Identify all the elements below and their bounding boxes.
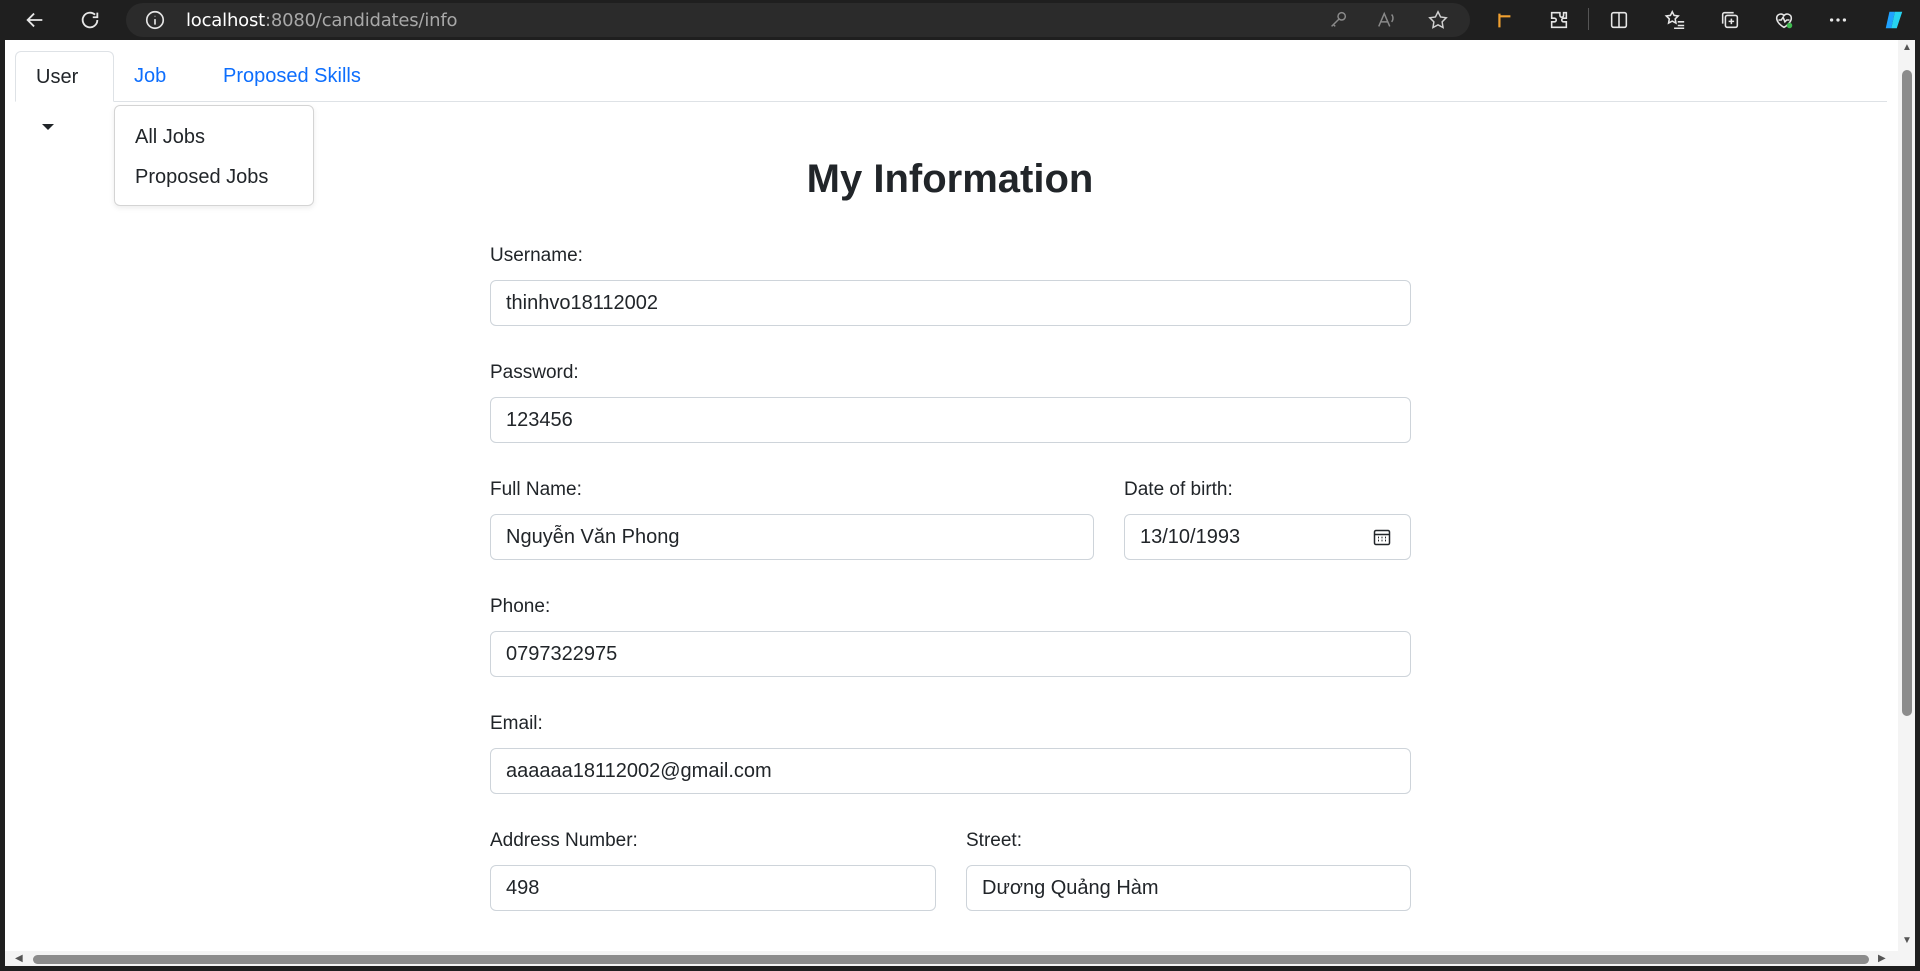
street-field[interactable]: Dương Quảng Hàm: [966, 865, 1411, 911]
street-label: Street:: [966, 830, 1022, 851]
page-title: My Information: [806, 157, 1094, 201]
collections-icon[interactable]: [1714, 4, 1746, 36]
url-host: localhost: [186, 10, 265, 31]
tab-user-label: User: [36, 66, 79, 88]
favorites-list-icon[interactable]: [1659, 4, 1691, 36]
page-viewport: User Job Proposed Skills All Jobs Propos…: [5, 40, 1898, 966]
calendar-icon[interactable]: [1372, 527, 1392, 547]
dob-field[interactable]: 13/10/1993: [1124, 514, 1411, 560]
scroll-left-arrow-icon[interactable]: ◀: [15, 953, 25, 965]
extension-orange-icon[interactable]: [1488, 4, 1520, 36]
url-text: localhost:8080/candidates/info: [186, 10, 457, 31]
toolbar-divider: [1588, 8, 1589, 30]
tab-job-label: Job: [134, 65, 167, 87]
split-screen-icon[interactable]: [1603, 4, 1635, 36]
browser-toolbar: localhost:8080/candidates/info: [0, 0, 1920, 40]
phone-label: Phone:: [490, 596, 551, 617]
reload-icon[interactable]: [74, 4, 106, 36]
menu-item-proposed-jobs[interactable]: Proposed Jobs: [135, 166, 268, 189]
window-frame: [1915, 40, 1920, 971]
nav-tabs: User Job Proposed Skills: [15, 51, 1887, 130]
browser-essentials-icon[interactable]: [1768, 4, 1800, 36]
username-field[interactable]: thinhvo18112002: [490, 280, 1411, 326]
address-number-label: Address Number:: [490, 830, 638, 851]
tab-proposed-skills[interactable]: Proposed Skills: [203, 51, 381, 101]
address-number-field[interactable]: 498: [490, 865, 936, 911]
dob-label: Date of birth:: [1124, 479, 1233, 500]
url-path: :8080/candidates/info: [265, 10, 458, 31]
key-icon[interactable]: [1327, 9, 1349, 31]
password-label: Password:: [490, 362, 579, 383]
password-field[interactable]: 123456: [490, 397, 1411, 443]
chevron-down-icon: [42, 124, 54, 130]
full-name-label: Full Name:: [490, 479, 582, 500]
favorite-star-icon[interactable]: [1427, 9, 1449, 31]
email-label: Email:: [490, 713, 543, 734]
extensions-puzzle-icon[interactable]: [1543, 4, 1575, 36]
tab-proposed-skills-label: Proposed Skills: [223, 65, 361, 87]
site-info-icon[interactable]: [144, 9, 166, 31]
full-name-field[interactable]: Nguyễn Văn Phong: [490, 514, 1094, 560]
address-bar[interactable]: localhost:8080/candidates/info: [126, 3, 1470, 37]
back-icon[interactable]: [19, 4, 51, 36]
horizontal-scrollbar[interactable]: ◀ ▶: [5, 951, 1898, 966]
vertical-scroll-thumb[interactable]: [1902, 70, 1912, 716]
copilot-icon[interactable]: [1878, 4, 1910, 36]
email-field[interactable]: aaaaaa18112002@gmail.com: [490, 748, 1411, 794]
username-label: Username:: [490, 245, 583, 266]
vertical-scrollbar[interactable]: ▲ ▼: [1898, 40, 1915, 951]
horizontal-scroll-thumb[interactable]: [33, 955, 1869, 964]
read-aloud-icon[interactable]: [1376, 9, 1398, 31]
phone-field[interactable]: 0797322975: [490, 631, 1411, 677]
tab-user[interactable]: User: [15, 51, 114, 130]
scroll-down-arrow-icon[interactable]: ▼: [1901, 936, 1913, 946]
tab-job[interactable]: Job: [114, 51, 203, 129]
scrollbar-corner: [1898, 951, 1915, 966]
dob-value: 13/10/1993: [1140, 526, 1241, 548]
scroll-right-arrow-icon[interactable]: ▶: [1878, 953, 1888, 965]
scroll-up-arrow-icon[interactable]: ▲: [1901, 43, 1913, 53]
more-menu-icon[interactable]: [1822, 4, 1854, 36]
menu-item-all-jobs[interactable]: All Jobs: [135, 126, 205, 149]
job-dropdown-menu: All Jobs Proposed Jobs: [114, 105, 314, 206]
